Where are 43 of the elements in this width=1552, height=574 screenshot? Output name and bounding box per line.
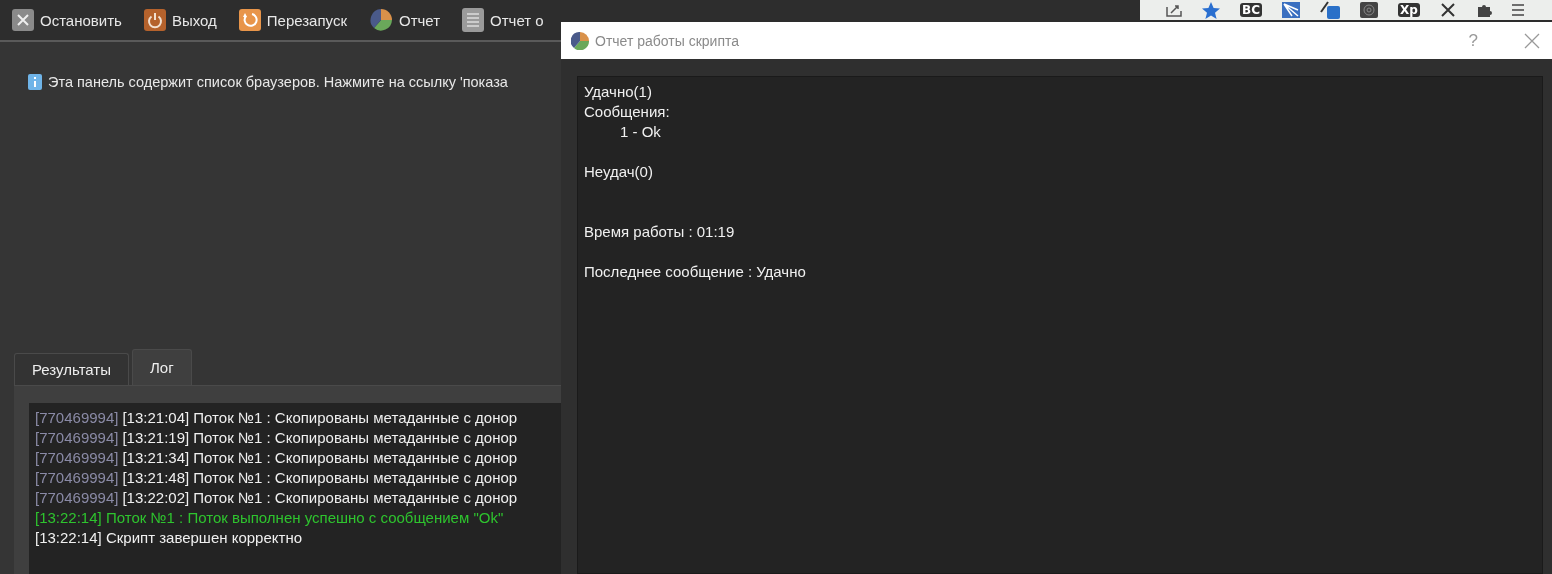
report-line: Последнее сообщение : Удачно <box>584 263 806 280</box>
document-icon <box>462 8 485 32</box>
report-line: Неудач(0) <box>584 163 653 180</box>
toolbar-button[interactable]: Остановить <box>12 9 122 31</box>
report-line: Удачно(1) <box>584 83 652 100</box>
log-id: [770469994] <box>35 469 119 488</box>
dialog-title: Отчет работы скрипта <box>595 32 740 49</box>
close-button[interactable] <box>1524 32 1540 49</box>
log-message: [13:22:02] Поток №1 : Скопированы метаданные с донор <box>122 489 518 508</box>
report-line: 1 - Ok <box>620 123 661 140</box>
report-line: Сообщения: <box>584 103 670 120</box>
log-message: [13:21:19] Поток №1 : Скопированы метаданные с донор <box>122 429 518 448</box>
log-message: [13:21:04] Поток №1 : Скопированы метаданные с донор <box>122 409 518 428</box>
toolbar-button[interactable]: Перезапуск <box>238 9 347 31</box>
star-icon[interactable] <box>1202 1 1220 19</box>
pie-chart-icon <box>571 31 589 50</box>
share-icon[interactable] <box>1166 3 1182 17</box>
extension-icon[interactable] <box>1281 2 1300 18</box>
info-text: Эта панель содержит список браузеров. Нажмите на ссылку 'показа <box>48 74 508 90</box>
extension-icon[interactable]: Xp <box>1397 3 1420 17</box>
info-icon <box>28 74 42 90</box>
toolbar-button[interactable]: Отчет <box>369 8 441 32</box>
log-message: [13:22:14] Скрипт завершен корректно <box>35 529 303 548</box>
log-message: [13:21:48] Поток №1 : Скопированы метаданные с донор <box>122 469 518 488</box>
stop-icon <box>12 9 34 31</box>
log-id: [770469994] <box>35 429 119 448</box>
log-id: [770469994] <box>35 409 119 428</box>
report-line: Время работы : 01:19 <box>584 223 735 240</box>
menu-icon[interactable] <box>1511 3 1524 17</box>
tab[interactable]: Результаты <box>14 353 129 385</box>
extension-icon[interactable]: BC <box>1240 3 1262 17</box>
tab[interactable]: Лог <box>132 349 192 385</box>
log-message: [13:22:14] Поток №1 : Поток выполнен успешно с сообщением "Ok" <box>35 509 504 528</box>
pie-chart-icon <box>369 8 393 32</box>
tools-icon[interactable] <box>1439 2 1456 18</box>
toolbar-button[interactable]: Выход <box>143 9 217 31</box>
log-id: [770469994] <box>35 449 119 468</box>
log-message: [13:21:34] Поток №1 : Скопированы метаданные с донор <box>122 449 518 468</box>
toolbar-button[interactable]: Отчет о <box>462 8 544 32</box>
puzzle-icon[interactable] <box>1475 2 1492 18</box>
log-id: [770469994] <box>35 489 119 508</box>
refresh-icon <box>238 9 261 31</box>
power-icon <box>143 9 166 31</box>
